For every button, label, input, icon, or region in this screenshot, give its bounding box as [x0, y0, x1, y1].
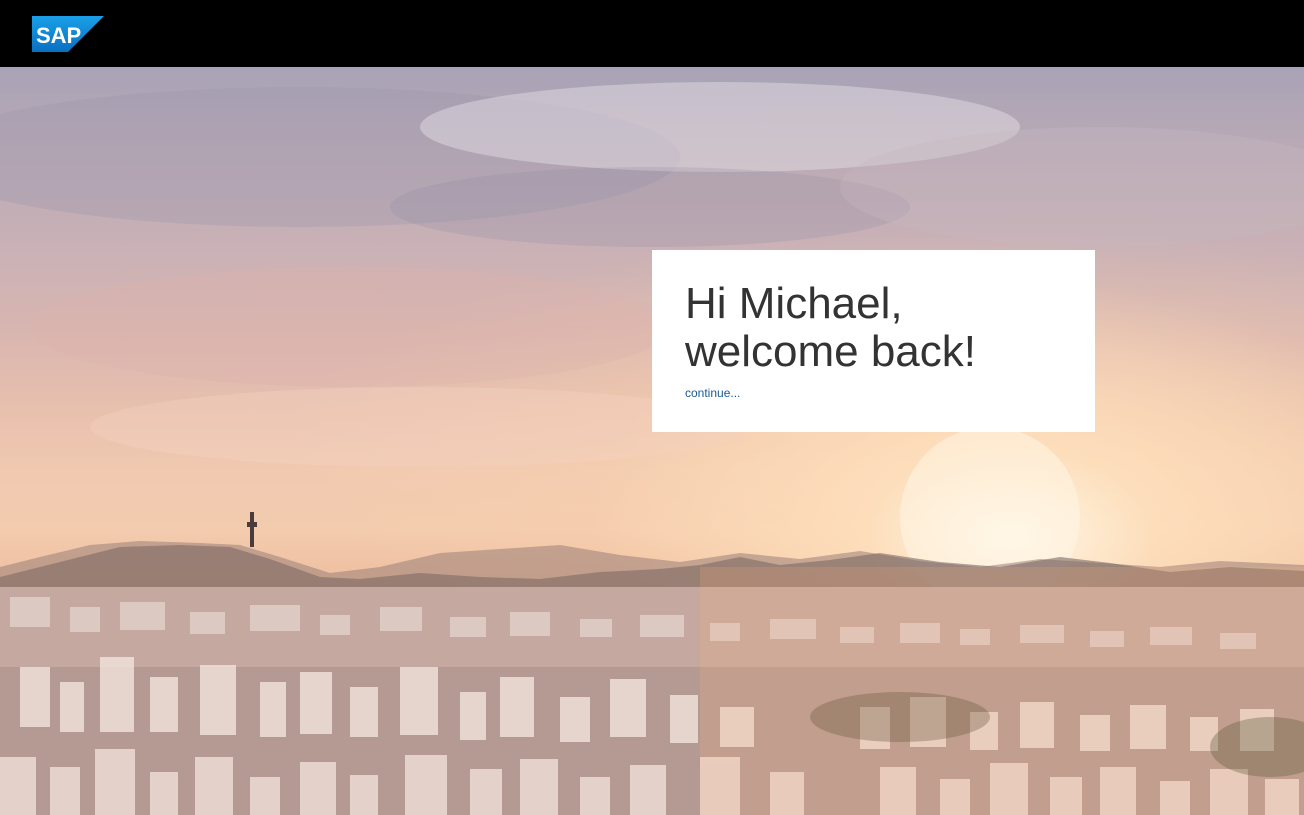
sap-logo[interactable]: SAP [32, 16, 104, 52]
svg-text:SAP: SAP [36, 23, 81, 48]
welcome-card: Hi Michael, welcome back! continue... [652, 250, 1095, 432]
continue-link[interactable]: continue... [685, 386, 740, 400]
greeting-line-1: Hi Michael, [685, 279, 903, 328]
greeting-line-2: welcome back! [685, 327, 977, 376]
city-sunset-background [0, 67, 1304, 815]
welcome-heading: Hi Michael, welcome back! [685, 280, 1062, 376]
top-bar: SAP [0, 0, 1304, 67]
